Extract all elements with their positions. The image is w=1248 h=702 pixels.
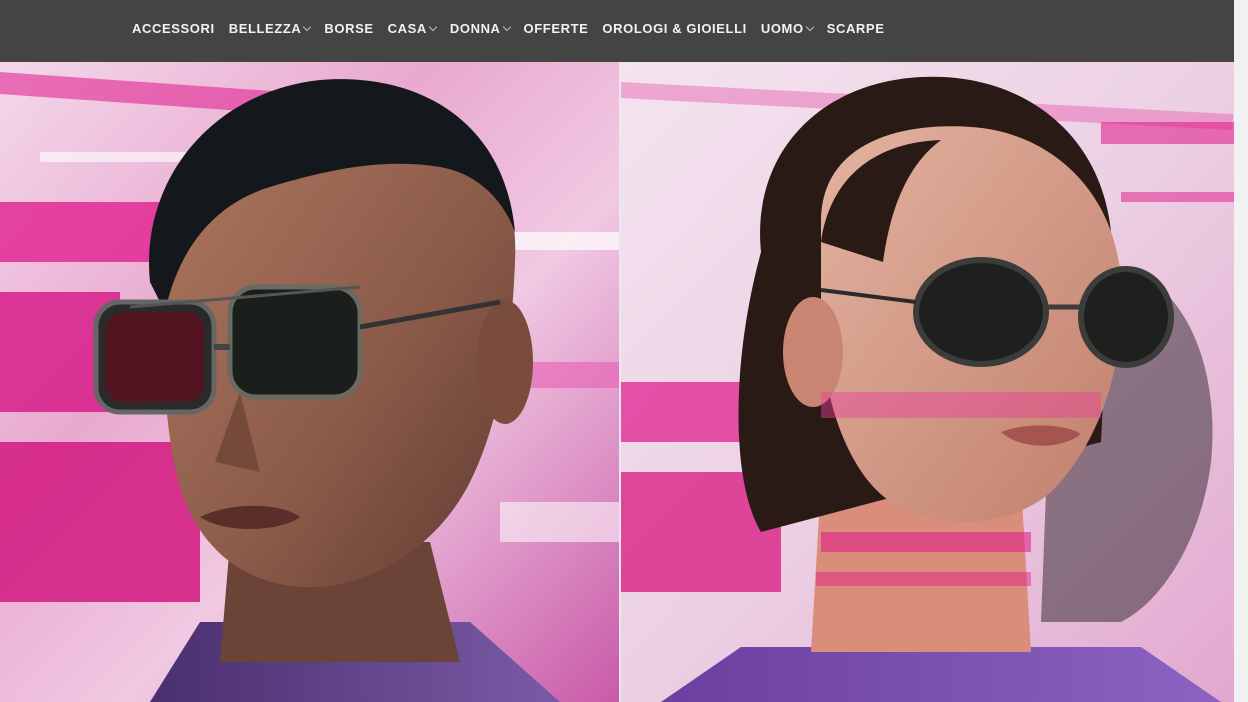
nav-item-label: ACCESSORI xyxy=(132,20,215,36)
nav-item-label: BELLEZZA xyxy=(228,20,302,36)
hero-image-women-sunglasses[interactable] xyxy=(621,62,1234,702)
chevron-down-icon xyxy=(428,22,438,31)
nav-item-label: SCARPE xyxy=(826,20,885,36)
chevron-down-icon xyxy=(502,22,511,31)
page-scrollbar[interactable] xyxy=(1234,0,1248,702)
nav-item-label: UOMO xyxy=(760,20,804,36)
nav-item-borse[interactable]: BORSE xyxy=(324,21,373,36)
chevron-down-icon xyxy=(303,22,312,31)
nav-item-label: CASA xyxy=(387,20,427,36)
category-menu: ACCESSORI BELLEZZA BORSE CASA DONNA OFFE… xyxy=(132,0,898,56)
hero-image-men-sunglasses[interactable] xyxy=(0,62,619,702)
chevron-down-icon xyxy=(805,22,814,31)
nav-item-label: DONNA xyxy=(449,20,501,36)
nav-item-scarpe[interactable]: SCARPE xyxy=(827,21,885,36)
nav-item-casa[interactable]: CASA xyxy=(387,20,438,36)
top-navigation-bar: ACCESSORI BELLEZZA BORSE CASA DONNA OFFE… xyxy=(0,0,1234,62)
nav-item-label: BORSE xyxy=(324,20,374,36)
nav-item-label: OFFERTE xyxy=(523,20,589,36)
nav-item-offerte[interactable]: OFFERTE xyxy=(524,21,589,36)
hero-banner[interactable] xyxy=(0,62,1234,702)
nav-item-bellezza[interactable]: BELLEZZA xyxy=(228,20,312,36)
nav-item-label: OROLOGI & GIOIELLI xyxy=(602,20,747,36)
nav-item-donna[interactable]: DONNA xyxy=(449,20,511,36)
nav-item-uomo[interactable]: UOMO xyxy=(760,20,814,36)
nav-item-orologi-gioielli[interactable]: OROLOGI & GIOIELLI xyxy=(602,21,746,36)
nav-item-accessori[interactable]: ACCESSORI xyxy=(132,21,215,36)
page: ACCESSORI BELLEZZA BORSE CASA DONNA OFFE… xyxy=(0,0,1248,702)
